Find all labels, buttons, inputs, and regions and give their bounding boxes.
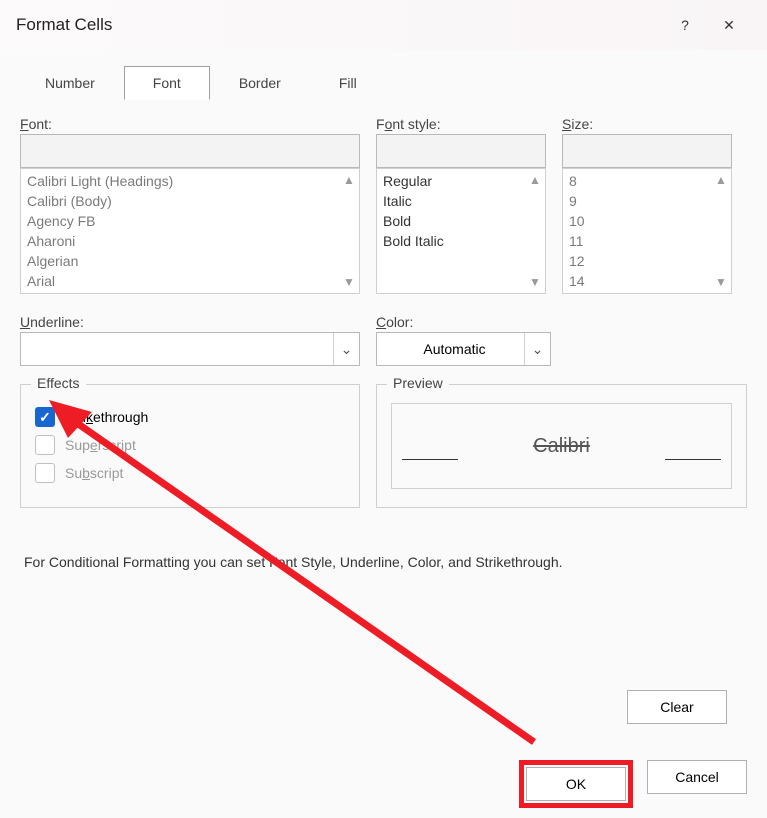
superscript-checkbox [35, 435, 55, 455]
list-item[interactable]: Agency FB [27, 211, 353, 231]
list-item[interactable]: Arial [27, 271, 353, 291]
scrollbar[interactable]: ▲ ▼ [713, 173, 729, 289]
font-label: FFont:ont: [20, 116, 360, 132]
tab-font[interactable]: Font [124, 66, 210, 100]
size-label: Size: [562, 116, 732, 132]
fontstyle-column: Font style: Regular Italic Bold Bold Ita… [376, 116, 546, 294]
scroll-up-icon[interactable]: ▲ [529, 173, 541, 187]
preview-legend: Preview [387, 375, 449, 391]
fontstyle-label: Font style: [376, 116, 546, 132]
dialog-buttons: OK Cancel [0, 750, 767, 818]
scroll-up-icon[interactable]: ▲ [343, 173, 355, 187]
size-input[interactable] [562, 134, 732, 168]
list-item[interactable]: Calibri (Body) [27, 191, 353, 211]
list-item[interactable]: Aharoni [27, 231, 353, 251]
list-item[interactable]: Regular [383, 171, 539, 191]
cancel-button[interactable]: Cancel [647, 760, 747, 794]
ok-button[interactable]: OK [526, 767, 626, 801]
fontstyle-listbox[interactable]: Regular Italic Bold Bold Italic ▲ ▼ [376, 168, 546, 294]
list-item[interactable]: Bold Italic [383, 231, 539, 251]
scrollbar[interactable]: ▲ ▼ [527, 173, 543, 289]
color-column: Color: Automatic ⌄ [376, 314, 551, 366]
font-input[interactable] [20, 134, 360, 168]
superscript-label: Superscript [65, 437, 136, 453]
chevron-down-icon[interactable]: ⌄ [524, 333, 550, 365]
list-item[interactable]: Algerian [27, 251, 353, 271]
close-button[interactable]: ✕ [707, 10, 751, 40]
ok-highlight: OK [519, 760, 633, 808]
list-item[interactable]: Bold [383, 211, 539, 231]
list-item[interactable]: 14 [569, 271, 725, 291]
subscript-row: Subscript [35, 463, 345, 483]
scroll-down-icon[interactable]: ▼ [529, 275, 541, 289]
tab-border[interactable]: Border [210, 66, 310, 100]
subscript-checkbox [35, 463, 55, 483]
chevron-down-icon[interactable]: ⌄ [333, 333, 359, 365]
size-listbox[interactable]: 8 9 10 11 12 14 ▲ ▼ [562, 168, 732, 294]
effects-legend: Effects [31, 375, 86, 391]
scrollbar[interactable]: ▲ ▼ [341, 173, 357, 289]
list-item[interactable]: 8 [569, 171, 725, 191]
strikethrough-checkbox[interactable]: ✓ [35, 407, 55, 427]
help-icon: ? [681, 17, 689, 33]
tab-fill[interactable]: Fill [310, 66, 386, 100]
superscript-row: Superscript [35, 435, 345, 455]
tab-strip: Number Font Border Fill [0, 50, 767, 100]
effects-group: Effects ✓ Strikethrough Superscript Subs… [20, 384, 360, 508]
effects-preview-row: Effects ✓ Strikethrough Superscript Subs… [20, 384, 747, 508]
dialog-title: Format Cells [16, 15, 663, 35]
font-column: FFont:ont: Calibri Light (Headings) Cali… [20, 116, 360, 294]
color-combo[interactable]: Automatic ⌄ [376, 332, 551, 366]
color-label: Color: [376, 314, 551, 330]
strikethrough-row[interactable]: ✓ Strikethrough [35, 407, 345, 427]
scroll-down-icon[interactable]: ▼ [343, 275, 355, 289]
color-value: Automatic [385, 341, 524, 357]
scroll-down-icon[interactable]: ▼ [715, 275, 727, 289]
close-icon: ✕ [723, 17, 735, 34]
check-icon: ✓ [39, 409, 51, 426]
preview-text: Calibri [533, 435, 590, 458]
underline-column: Underline: ⌄ [20, 314, 360, 366]
size-column: Size: 8 9 10 11 12 14 ▲ ▼ [562, 116, 732, 294]
strikethrough-label: Strikethrough [65, 409, 148, 425]
clear-row: Clear [20, 680, 747, 734]
preview-group: Preview Calibri [376, 384, 747, 508]
preview-box: Calibri [391, 403, 732, 489]
list-item[interactable]: 9 [569, 191, 725, 211]
title-bar: Format Cells ? ✕ [0, 0, 767, 50]
list-item[interactable]: 10 [569, 211, 725, 231]
list-item[interactable]: 12 [569, 251, 725, 271]
help-button[interactable]: ? [663, 10, 707, 40]
list-item[interactable]: 11 [569, 231, 725, 251]
list-item[interactable]: Italic [383, 191, 539, 211]
underline-label: Underline: [20, 314, 360, 330]
font-listbox[interactable]: Calibri Light (Headings) Calibri (Body) … [20, 168, 360, 294]
content-area: FFont:ont: Calibri Light (Headings) Cali… [0, 100, 767, 750]
underline-color-row: Underline: ⌄ Color: Automatic ⌄ [20, 314, 747, 366]
scroll-up-icon[interactable]: ▲ [715, 173, 727, 187]
subscript-label: Subscript [65, 465, 123, 481]
underline-combo[interactable]: ⌄ [20, 332, 360, 366]
font-row: FFont:ont: Calibri Light (Headings) Cali… [20, 116, 747, 294]
clear-button[interactable]: Clear [627, 690, 727, 724]
tab-number[interactable]: Number [16, 66, 124, 100]
info-note: For Conditional Formatting you can set F… [20, 554, 747, 570]
fontstyle-input[interactable] [376, 134, 546, 168]
list-item[interactable]: Calibri Light (Headings) [27, 171, 353, 191]
